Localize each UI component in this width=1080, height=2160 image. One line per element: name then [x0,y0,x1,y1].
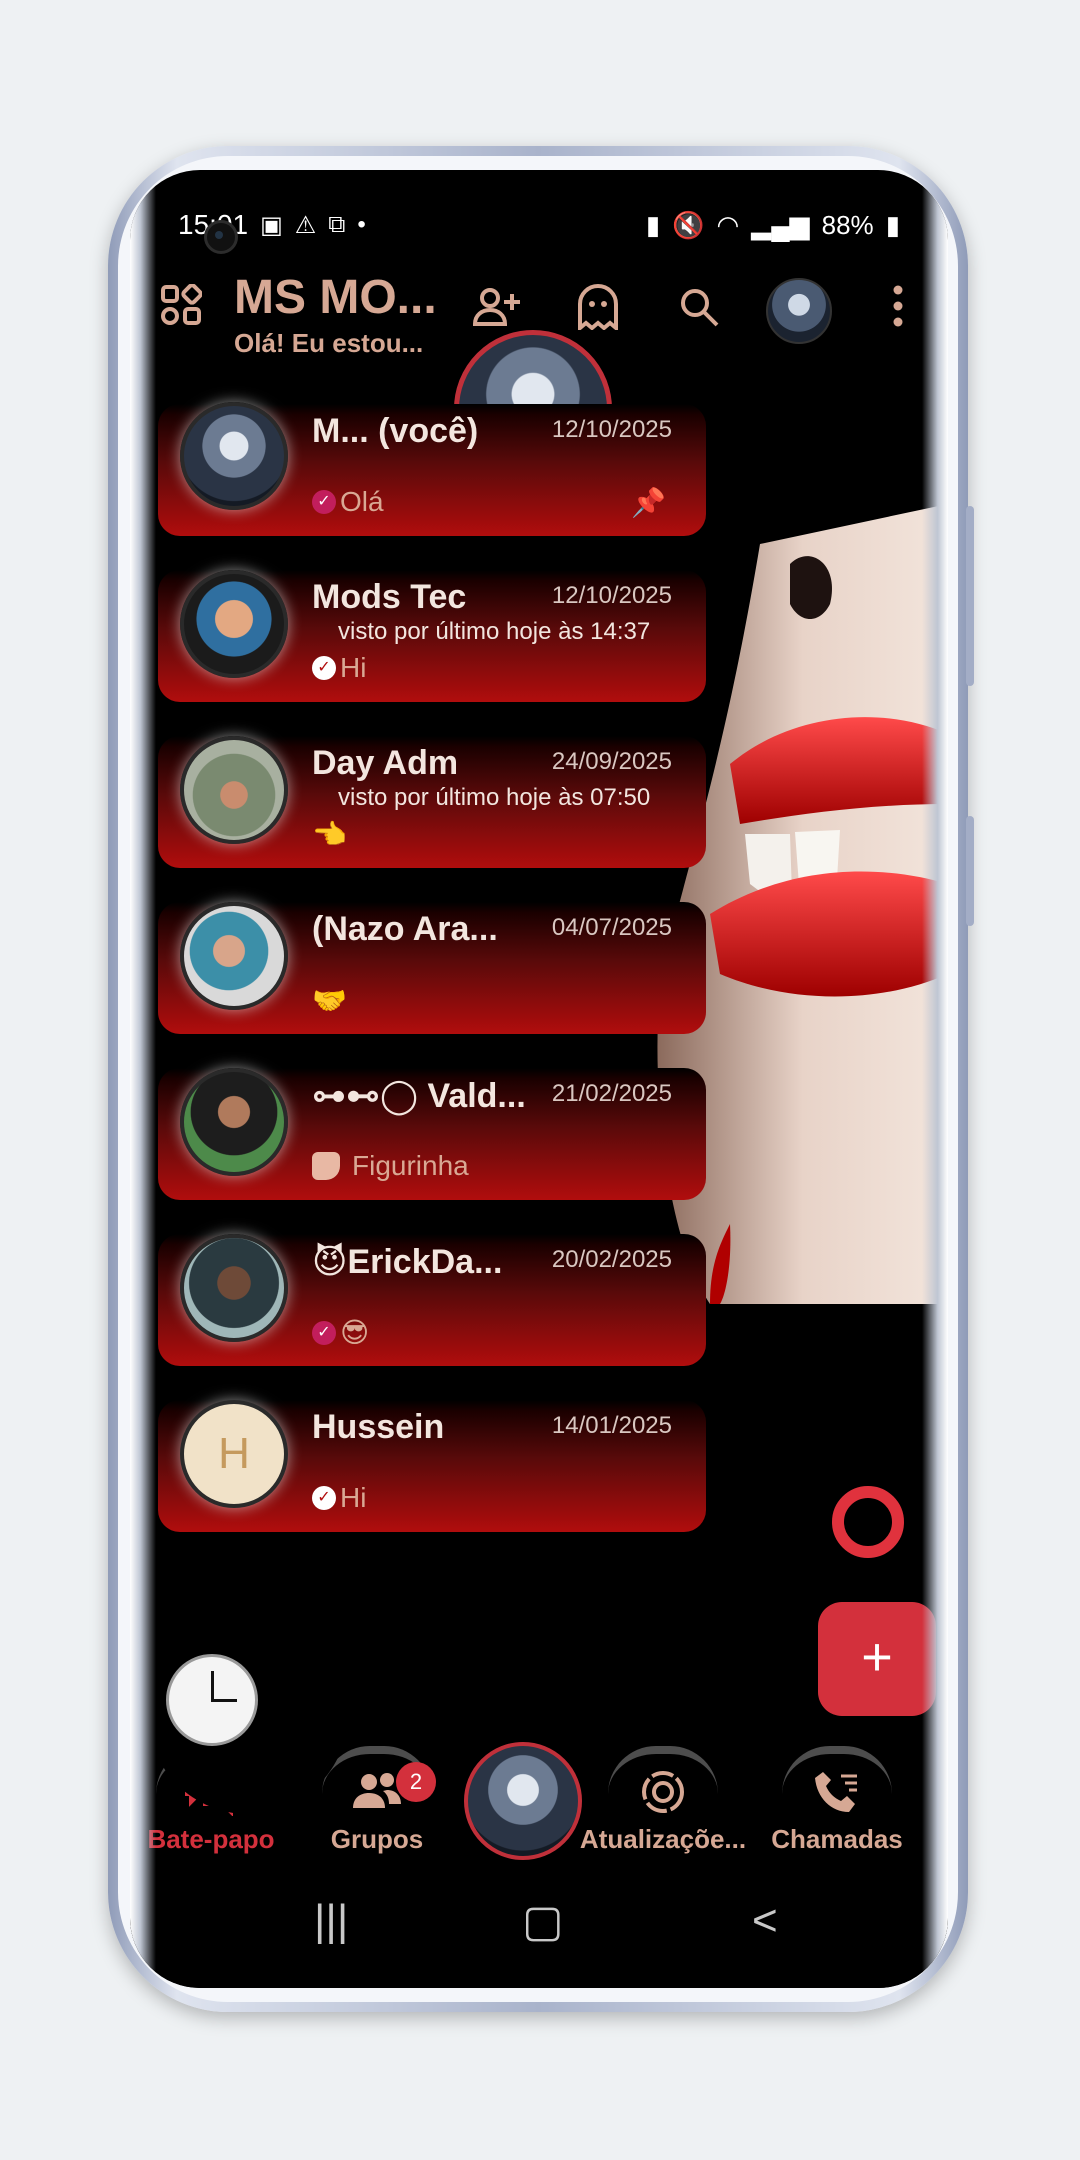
add-contact-icon[interactable] [472,286,520,335]
chat-avatar [180,902,288,1010]
chat-name: ⊶⊷◯ Vald... [312,1077,526,1115]
back-icon[interactable]: < [752,1896,778,1946]
status-bar: 15:01 ▣ ⚠ ⧉ • ▮ 🔇 ◠ ▂▄▆ 88% ▮ [178,200,900,250]
chat-preview-text: 🤝 [312,985,347,1016]
chat-name: 😈ErickDa... [312,1243,503,1281]
read-check-icon: ✓ [312,656,336,680]
tab-label: Grupos [330,1824,424,1854]
chat-preview-text: Olá [340,486,384,517]
chat-avatar [180,402,288,510]
chat-preview: Figurinha [312,1150,469,1182]
chat-preview: ✓ Hi [312,652,366,684]
chat-item[interactable]: ⊶⊷◯ Vald... 21/02/2025 Figurinha [158,1068,706,1200]
chat-date: 21/02/2025 [551,1080,672,1107]
battery-percent: 88% [821,209,874,240]
chat-avatar [180,1068,288,1176]
ghost-mode-icon[interactable] [576,284,620,337]
chat-preview-text: 👈 [312,819,347,850]
chat-name: Mods Tec [312,578,467,616]
chat-name: Day Adm [312,744,459,782]
updates-icon [578,1768,748,1826]
warning-icon: ⚠ [294,211,317,239]
sim-icon: ▮ [645,209,661,240]
app-subtitle: Olá! Eu estou... [234,328,424,358]
chat-preview-text: 😎 [340,1317,370,1348]
wifi-icon: ◠ [716,209,740,240]
chat-name: M... (você) [312,412,479,450]
mute-icon: 🔇 [672,209,705,240]
tab-calls[interactable]: Chamadas [752,1746,922,1860]
chat-avatar [180,736,288,844]
chat-item[interactable]: (Nazo Ara... 04/07/2025 🤝 [158,902,706,1034]
battery-icon: ▮ [885,209,900,240]
clock-widget[interactable] [166,1654,258,1746]
screen-edge-left [130,170,156,1988]
chat-preview: ✓ Hi [312,1482,366,1514]
read-check-icon: ✓ [312,1320,336,1345]
groups-unread-badge: 2 [396,1762,436,1802]
chat-date: 12/10/2025 [551,416,672,443]
sticker-icon [312,1152,340,1180]
volume-button [966,506,974,686]
pin-icon: 📌 [631,487,666,518]
phone-screen: 15:01 ▣ ⚠ ⧉ • ▮ 🔇 ◠ ▂▄▆ 88% ▮ MS MO... O… [130,170,948,1988]
chat-item[interactable]: Day Adm 24/09/2025 visto por último hoje… [158,736,706,868]
app-title[interactable]: MS MO... [234,270,437,325]
signal-icon: ▂▄▆ [751,209,810,240]
calls-icon [752,1768,922,1826]
chat-item[interactable]: M... (você) 12/10/2025 ✓ Olá 📌 [158,402,706,536]
screen-edge-right [922,170,948,1988]
chat-preview: ✓ Olá [312,486,384,518]
chat-item[interactable]: 😈ErickDa... 20/02/2025 ✓ 😎 [158,1234,706,1366]
tab-label: Chamadas [771,1824,903,1854]
chat-avatar [180,570,288,678]
dot-icon: • [357,211,366,238]
nav-profile-avatar[interactable] [464,1742,582,1860]
front-camera [204,220,238,254]
chat-item[interactable]: Mods Tec 12/10/2025 visto por último hoj… [158,570,706,702]
network-notification-icon: ⧉ [328,211,346,238]
read-check-icon: ✓ [312,1486,336,1510]
chat-preview-text: Hi [340,1482,367,1513]
new-chat-button[interactable]: + [818,1602,936,1716]
system-navigation-bar: ||| ▢ < [130,1870,948,1988]
chat-date: 24/09/2025 [551,748,672,775]
last-seen-status: visto por último hoje às 14:37 [338,618,651,645]
chat-preview: ✓ 😎 [312,1316,369,1349]
search-icon[interactable] [678,286,720,335]
last-seen-status: visto por último hoje às 07:50 [338,784,651,811]
chat-preview-text: Hi [340,652,367,683]
tab-label: Atualizaçõe... [579,1824,747,1854]
recent-apps-icon[interactable]: ||| [314,1896,348,1946]
chat-preview-text: Figurinha [352,1150,469,1181]
chat-date: 04/07/2025 [551,914,672,941]
record-button[interactable] [832,1486,904,1558]
chat-date: 20/02/2025 [551,1246,672,1273]
chat-date: 12/10/2025 [551,582,672,609]
read-check-icon: ✓ [312,490,336,514]
power-button [966,816,974,926]
chat-preview: 🤝 [312,984,347,1017]
chat-avatar [180,1234,288,1342]
home-icon[interactable]: ▢ [522,1896,564,1947]
tab-updates[interactable]: Atualizaçõe... [578,1746,748,1860]
chat-item[interactable]: H Hussein 14/01/2025 ✓ Hi [158,1400,706,1532]
chat-avatar: H [180,1400,288,1508]
chat-date: 14/01/2025 [551,1412,672,1439]
more-options-icon[interactable] [892,284,904,335]
chat-preview: 👈 [312,818,347,851]
apps-grid-icon[interactable] [160,283,203,333]
chat-name: (Nazo Ara... [312,910,498,948]
chat-name: Hussein [312,1408,445,1446]
gallery-notification-icon: ▣ [260,211,283,239]
profile-avatar[interactable] [766,278,832,344]
